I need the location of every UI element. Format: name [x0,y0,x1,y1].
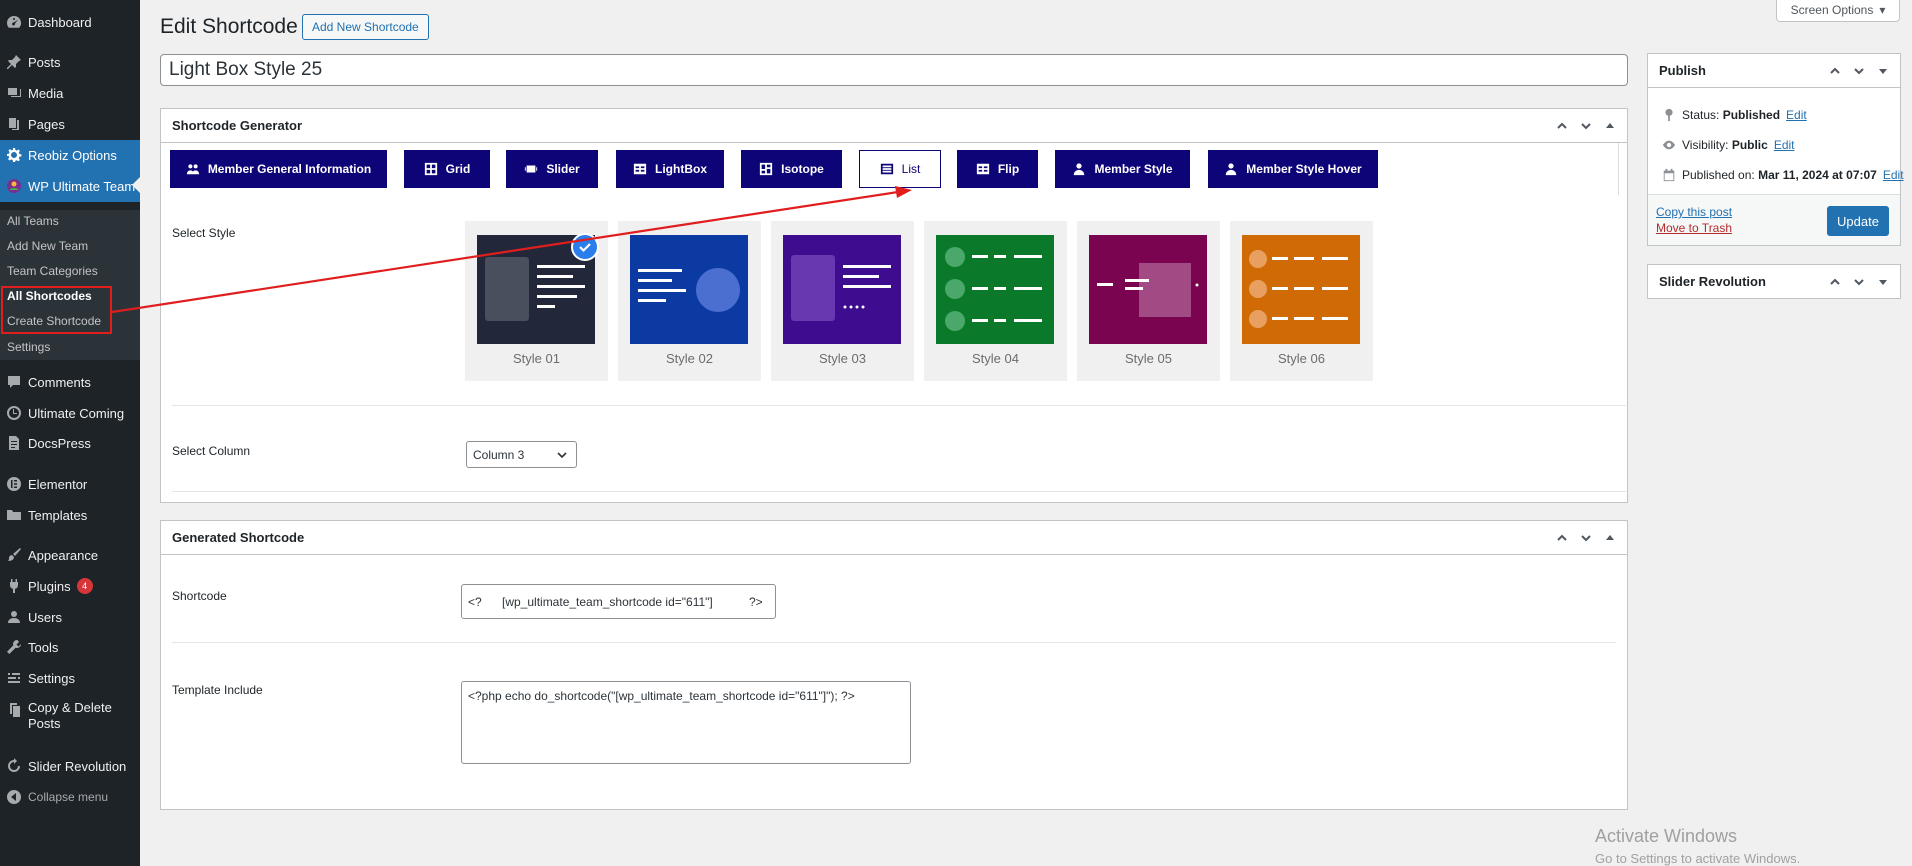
annotation-arrow [111,186,912,314]
windows-activation-watermark: Activate Windows Go to Settings to activ… [1595,826,1800,866]
watermark-line-2: Go to Settings to activate Windows. [1595,851,1801,866]
watermark-line-1: Activate Windows [1595,826,1738,846]
